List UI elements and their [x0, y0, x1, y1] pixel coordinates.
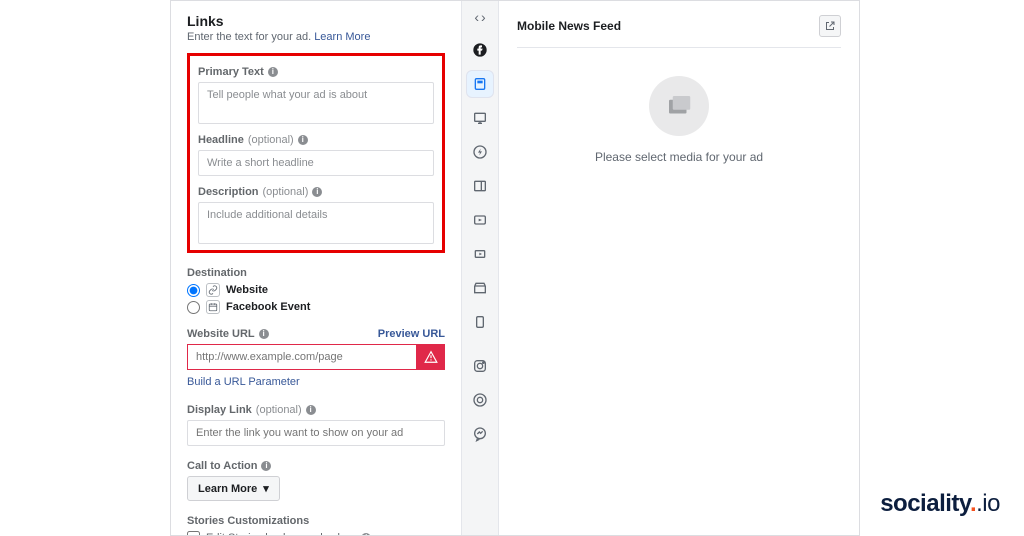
description-label: Description(optional) i: [198, 186, 434, 198]
preview-panel: Mobile News Feed Please select media for…: [499, 1, 859, 535]
rail-mobile-feed-icon[interactable]: [467, 71, 493, 97]
watermark: sociality..io: [880, 490, 1000, 518]
info-icon[interactable]: i: [268, 67, 278, 77]
website-url-label: Website URL i Preview URL: [187, 328, 445, 340]
section-title: Links: [187, 13, 445, 29]
info-icon[interactable]: i: [298, 135, 308, 145]
rail-instant-article-icon[interactable]: [467, 139, 493, 165]
stories-label: Stories Customizations: [187, 515, 445, 527]
form-panel: Links Enter the text for your ad. Learn …: [171, 1, 461, 535]
placement-rail: ‹ ›: [461, 1, 499, 535]
rail-stories-icon[interactable]: [467, 309, 493, 335]
headline-input[interactable]: Write a short headline: [198, 150, 434, 176]
open-preview-button[interactable]: [819, 15, 841, 37]
info-icon[interactable]: i: [259, 329, 269, 339]
description-input[interactable]: Include additional details: [198, 202, 434, 244]
rail-desktop-feed-icon[interactable]: [467, 105, 493, 131]
headline-label: Headline(optional) i: [198, 134, 434, 146]
rail-video-feed-icon[interactable]: [467, 241, 493, 267]
preview-empty-text: Please select media for your ad: [595, 150, 763, 164]
rail-instream-video-icon[interactable]: [467, 207, 493, 233]
cta-dropdown[interactable]: Learn More ▾: [187, 476, 280, 501]
learn-more-link[interactable]: Learn More: [314, 31, 370, 43]
display-link-block: Display Link(optional) i: [187, 404, 445, 446]
calendar-icon: [206, 300, 220, 314]
highlighted-fields: Primary Text i Tell people what your ad …: [187, 53, 445, 253]
website-url-block: Website URL i Preview URL Build a URL Pa…: [187, 328, 445, 390]
warning-icon: [417, 344, 445, 370]
info-icon[interactable]: i: [312, 187, 322, 197]
rail-marketplace-icon[interactable]: [467, 275, 493, 301]
checkbox-input[interactable]: [187, 531, 200, 535]
build-url-parameter-link[interactable]: Build a URL Parameter: [187, 376, 300, 388]
destination-event-radio[interactable]: Facebook Event: [187, 300, 445, 314]
preview-title: Mobile News Feed: [517, 19, 621, 33]
cta-label: Call to Action i: [187, 460, 445, 472]
rail-right-column-icon[interactable]: [467, 173, 493, 199]
radio-input[interactable]: [187, 284, 200, 297]
rail-audience-network-icon[interactable]: [467, 387, 493, 413]
info-icon[interactable]: i: [361, 533, 371, 536]
prev-placement-button[interactable]: ‹: [474, 9, 479, 25]
chevron-down-icon: ▾: [263, 482, 269, 495]
display-link-label: Display Link(optional) i: [187, 404, 445, 416]
destination-website-radio[interactable]: Website: [187, 283, 445, 297]
rail-messenger-icon[interactable]: [467, 421, 493, 447]
info-icon[interactable]: i: [306, 405, 316, 415]
stories-block: Stories Customizations Edit Stories back…: [187, 515, 445, 535]
media-placeholder-icon: [649, 76, 709, 136]
section-subtitle: Enter the text for your ad. Learn More: [187, 31, 445, 43]
stories-checkbox-row[interactable]: Edit Stories background colors i: [187, 531, 445, 535]
destination-label: Destination: [187, 267, 445, 279]
display-link-input[interactable]: [187, 420, 445, 446]
website-url-input[interactable]: [187, 344, 417, 370]
link-icon: [206, 283, 220, 297]
radio-input[interactable]: [187, 301, 200, 314]
rail-facebook-icon[interactable]: [467, 37, 493, 63]
primary-text-label: Primary Text i: [198, 66, 434, 78]
next-placement-button[interactable]: ›: [481, 9, 486, 25]
cta-block: Call to Action i Learn More ▾: [187, 460, 445, 501]
primary-text-input[interactable]: Tell people what your ad is about: [198, 82, 434, 124]
rail-instagram-icon[interactable]: [467, 353, 493, 379]
preview-url-link[interactable]: Preview URL: [378, 328, 445, 340]
destination-block: Destination Website Facebook Event: [187, 267, 445, 314]
info-icon[interactable]: i: [261, 461, 271, 471]
